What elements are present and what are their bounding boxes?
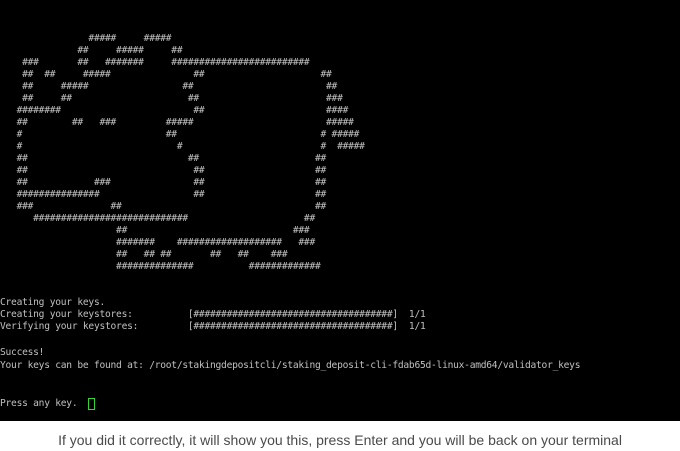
ascii-art-line: # # # ##### [0,141,365,152]
ascii-art-line: ## ## ## ## ## ### [0,249,288,260]
ascii-art-line: ############### ## ## [0,189,327,200]
ascii-art-line: ############################ ## [0,213,315,224]
image-caption: If you did it correctly, it will show yo… [58,432,622,448]
output-creating-keystores: Creating your keystores: [##############… [0,309,426,320]
ascii-art-line: ## ## ## ### [0,93,343,104]
terminal-cursor [88,398,95,410]
output-verifying-keystores: Verifying your keystores: [#############… [0,321,426,332]
ascii-art-line: ### ## ## [0,201,327,212]
ascii-art-line: ######## ## #### [0,105,349,116]
prompt-press-any-key: Press any key. [0,398,78,409]
ascii-art-line: ## ### ## ## [0,177,327,188]
terminal-window[interactable]: ##### ##### ## ##### ## ### ## ####### #… [0,0,680,421]
output-success: Success! [0,347,45,358]
ascii-art-line: ## ## ## [0,165,327,176]
ascii-art-line: ##### ##### [0,33,172,44]
ascii-art-line: # ## # ##### [0,129,360,140]
ascii-art-line: ## ##### ## [0,45,183,56]
ascii-art-line: ## ##### ## ## [0,81,338,92]
ascii-art-line: ############## ############# [0,261,321,272]
ascii-art-line: ## ## ##### ## ## [0,69,332,80]
ascii-art-line: ####### ################### ### [0,237,315,248]
output-keys-path: Your keys can be found at: /root/staking… [0,360,581,371]
ascii-art-line: ## ## ### ##### ##### [0,117,354,128]
output-creating-keys: Creating your keys. [0,297,105,308]
ascii-art-line: ### ## ####### ######################### [0,57,310,68]
ascii-art-line: ## ### [0,225,310,236]
ascii-art-line: ## ## ## [0,153,327,164]
